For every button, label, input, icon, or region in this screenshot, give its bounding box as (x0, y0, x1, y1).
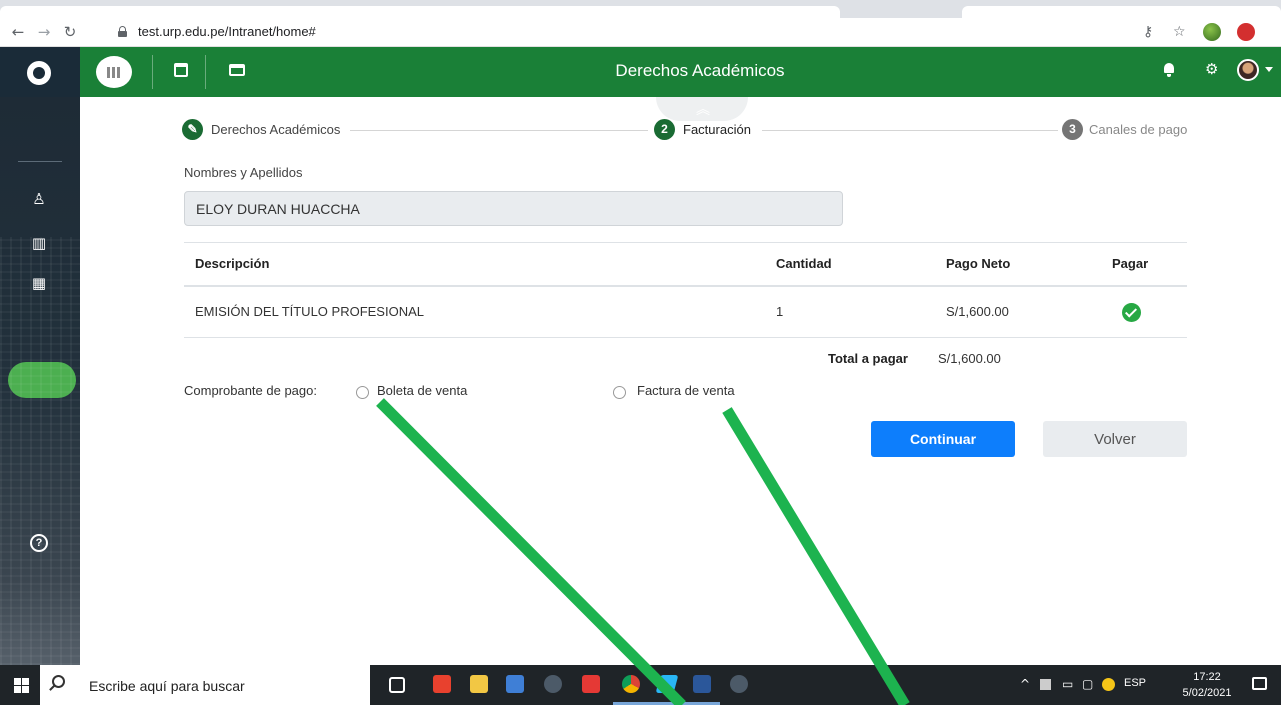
clock-time: 17:22 (1193, 671, 1221, 683)
tray-icon-app[interactable] (1102, 678, 1115, 691)
boleta-radio[interactable] (356, 386, 369, 399)
sidebar-divider (18, 161, 62, 162)
step-2-number: 2 (654, 119, 675, 140)
name-label: Nombres y Apellidos (184, 165, 303, 180)
name-field[interactable]: ELOY DURAN HUACCHA (184, 191, 843, 226)
gear-icon[interactable]: ⚙ (1205, 60, 1218, 78)
user-icon[interactable]: ♙ (30, 190, 48, 208)
chevron-down-icon[interactable] (1265, 67, 1273, 72)
back-button[interactable]: Volver (1043, 421, 1187, 457)
chrome-icon[interactable] (622, 675, 640, 693)
browser-toolbar-icons: ⚷ ☆ (1141, 18, 1281, 47)
clock-date: 5/02/2021 (1182, 687, 1232, 699)
cell-pagar (1101, 285, 1187, 338)
step-1-label: Derechos Académicos (211, 122, 341, 137)
forward-icon[interactable]: → (34, 22, 54, 42)
boleta-label[interactable]: Boleta de venta (377, 383, 467, 398)
user-avatar[interactable] (1237, 59, 1259, 81)
main-content: ︽ ✎ Derechos Académicos 2 Facturación 3 … (80, 97, 1281, 665)
collapse-header-button[interactable]: ︽ (656, 97, 748, 121)
extension-icon[interactable] (1237, 23, 1255, 41)
folder-icon[interactable] (470, 675, 488, 693)
step-3-label: Canales de pago (1089, 122, 1188, 137)
app-icon-office[interactable] (582, 675, 600, 693)
app-icon-store[interactable] (506, 675, 524, 693)
comprobante-label: Comprobante de pago: (184, 383, 317, 398)
browser-tabstrip (0, 0, 1281, 18)
table-header-row: Descripción Cantidad Pago Neto Pagar (184, 242, 1187, 287)
taskbar-search[interactable]: Escribe aquí para buscar (40, 665, 370, 705)
task-view-icon[interactable] (389, 677, 405, 693)
cell-cantidad: 1 (765, 285, 935, 338)
table-row: EMISIÓN DEL TÍTULO PROFESIONAL 1 S/1,600… (184, 285, 1187, 338)
search-icon (52, 675, 65, 688)
total-value: S/1,600.00 (938, 351, 1001, 366)
step-connector (350, 130, 648, 131)
browser-address-bar: ← → ↻ test.urp.edu.pe/Intranet/home# ⚷ ☆ (0, 18, 1281, 47)
lock-icon[interactable] (118, 26, 127, 37)
app-icon-generic[interactable] (544, 675, 562, 693)
items-table: Descripción Cantidad Pago Neto Pagar EMI… (184, 242, 1187, 338)
page-title: Derechos Académicos (615, 61, 785, 80)
cell-pago-neto: S/1,600.00 (935, 285, 1101, 338)
factura-radio[interactable] (613, 386, 626, 399)
word-icon[interactable] (693, 675, 711, 693)
step-2-label: Facturación (683, 122, 751, 137)
browser-tab[interactable] (962, 6, 1281, 18)
key-icon[interactable]: ⚷ (1143, 24, 1153, 40)
sidebar: ♙ ▥ ▦ ? (0, 97, 80, 665)
continue-button[interactable]: Continuar (871, 421, 1015, 457)
chevron-up-icon: ︽ (696, 102, 710, 118)
windows-start-icon[interactable] (14, 678, 29, 693)
notification-icon[interactable] (1252, 677, 1267, 690)
help-icon[interactable]: ? (30, 534, 48, 552)
language-indicator[interactable]: ESP (1124, 677, 1146, 689)
step-connector (762, 130, 1058, 131)
app-icon-generic[interactable] (730, 675, 748, 693)
column-header-cantidad: Cantidad (765, 242, 935, 287)
column-header-pago-neto: Pago Neto (935, 242, 1101, 287)
star-icon[interactable]: ☆ (1173, 24, 1186, 40)
back-icon[interactable]: ← (8, 22, 28, 42)
pencil-icon: ✎ (182, 119, 203, 140)
book-icon[interactable]: ▥ (30, 234, 48, 252)
sidebar-active-item[interactable] (8, 362, 76, 398)
search-placeholder: Escribe aquí para buscar (89, 678, 245, 694)
cell-descripcion: EMISIÓN DEL TÍTULO PROFESIONAL (184, 285, 765, 338)
column-header-descripcion: Descripción (184, 242, 765, 287)
grid-icon[interactable]: ▦ (30, 274, 48, 292)
url-bar[interactable]: test.urp.edu.pe/Intranet/home# (112, 21, 1192, 43)
profile-icon[interactable] (1203, 23, 1221, 41)
windows-taskbar: Escribe aquí para buscar ^ ▭ ▢ ESP 17:22… (0, 665, 1281, 705)
factura-label[interactable]: Factura de venta (637, 383, 735, 398)
browser-tab[interactable] (0, 6, 840, 18)
check-icon[interactable] (1122, 302, 1141, 322)
tray-icon-network[interactable] (1040, 679, 1051, 690)
stepper: ✎ Derechos Académicos 2 Facturación 3 Ca… (182, 119, 1188, 141)
bell-icon[interactable] (1163, 61, 1175, 77)
app-icon-anydesk[interactable] (433, 675, 451, 693)
tray-icon-speaker[interactable]: ▢ (1082, 677, 1093, 691)
clock[interactable]: 17:22 5/02/2021 (1180, 669, 1234, 701)
step-3-number: 3 (1062, 119, 1083, 140)
url-text[interactable]: test.urp.edu.pe/Intranet/home# (138, 24, 316, 39)
app-header: Derechos Académicos ⚙ (0, 47, 1281, 97)
reload-icon[interactable]: ↻ (60, 22, 80, 42)
column-header-pagar: Pagar (1101, 242, 1187, 287)
app-icon-photos[interactable] (655, 675, 679, 693)
total-label: Total a pagar (828, 351, 908, 366)
tray-icon-display[interactable]: ▭ (1062, 677, 1073, 691)
chevron-up-icon[interactable]: ^ (1020, 677, 1030, 691)
